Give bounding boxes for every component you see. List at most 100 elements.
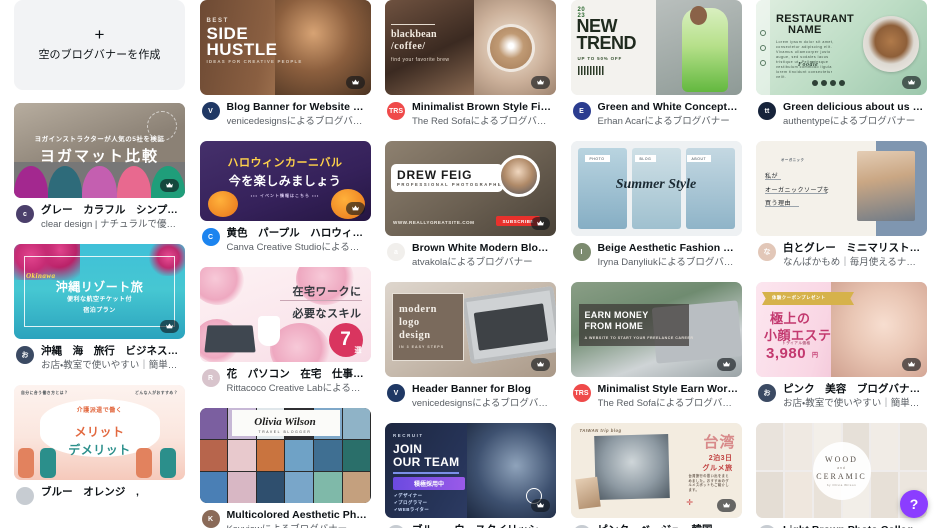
avatar-initials: a [394,248,398,256]
template-card[interactable]: Okinawa 沖縄リゾート旅 便利な航空チケット付 宿泊プランお 沖縄 海 旅行 ビジ… [14,244,185,372]
template-card[interactable]: EARN MONEY FROM HOME A WEBSITE TO START YO… [570,282,742,410]
template-author: The Red Sofaによるブログバナー [597,398,740,409]
template-author: Rittacoco Creative Labによるブログバナー [226,383,369,394]
avatar-initials: お [21,352,29,359]
template-card[interactable]: RECRUIT JOIN OUR TEAM 積極採用中 ✔デザイナー ✔プログラマー ✔WE… [385,423,556,528]
template-thumbnail[interactable]: Olivia Wilson TRAVEL BLOGGER [199,408,371,503]
template-card[interactable]: TAIWAN trip blog 台湾 2泊3日 グルメ旅 台湾旅行の思い出をまとめまし… [570,423,742,528]
template-thumbnail[interactable]: TAIWAN trip blog 台湾 2泊3日 グルメ旅 台湾旅行の思い出をまとめまし… [570,423,742,518]
template-meta-text: ブルー オレンジ , [41,486,183,500]
photo-portrait [498,155,540,197]
recruit-pill: 積極採用中 [393,477,465,490]
template-card[interactable]: blackbean/coffee/find your favorite brew… [385,0,556,128]
create-blank-label: 空のブログバナーを作成 [38,49,161,61]
template-card[interactable]: 体験クーポンプレゼント 極上の 小顔エステ トライアル価格 3,980 円おピンク 美容 … [756,282,927,410]
template-thumbnail[interactable]: RECRUIT JOIN OUR TEAM 積極採用中 ✔デザイナー ✔プログラマー ✔WE… [385,423,556,518]
strip-tag-1: BLOG [634,155,657,162]
badge-line-2: and [837,465,846,470]
template-meta-text: ピンク ベージュ 韓国 ブログバナー [598,524,740,528]
template-card[interactable]: 20 23 NEW TREND UP TO 50% OFF E Green and Whit… [570,0,742,128]
badge-line-1: WOOD [825,454,858,464]
template-thumbnail[interactable]: 20 23 NEW TREND UP TO 50% OFF [570,0,742,95]
template-card[interactable]: Olivia Wilson TRAVEL BLOGGER K Multicolored… [199,408,371,528]
brand-line-1: blackbean [391,29,437,40]
flower-0 [199,267,244,305]
photo-cell-8 [256,440,285,471]
template-thumbnail[interactable]: Okinawa 沖縄リゾート旅 便利な航空チケット付 宿泊プラン [14,244,185,339]
template-meta: E Green and White Conceptual New ... Erhan… [571,95,742,128]
job-item-1: ✔プログラマー [394,500,428,505]
crown-icon [345,76,365,89]
template-author: atvakolaによるブログバナー [412,257,533,268]
crown-icon [902,358,921,371]
template-thumbnail[interactable]: PHOTO BLOG ABOUT Summer Style [570,141,742,236]
template-title: ブルー 白 スタイリッシュ 求人... [412,524,554,528]
template-thumbnail[interactable]: オーガニック 私が オーガニックソープを 買う理由 [756,141,927,236]
taiwan-line-2: グルメ旅 [702,465,733,472]
okinawa-title: 沖縄リゾート旅 [55,280,144,294]
photo-cell-0 [756,423,783,470]
template-card[interactable]: 在宅ワークに必要なスキル7選 R 花 パソコン 在宅 仕事 写真 ... Rittac… [199,267,371,395]
template-column: RESTAURANT NAME Lorem ipsum dolor sit amet… [756,0,927,528]
count-unit: 選 [354,347,362,354]
halloween-subtitle: 今を楽しみましょう [228,174,342,188]
question-mark-icon: ? [909,496,919,512]
template-meta-text: Brown White Modern Blogger You... atvakol… [412,242,554,269]
template-thumbnail[interactable]: EARN MONEY FROM HOME A WEBSITE TO START YO… [570,282,742,377]
template-meta: C 黄色 パープル ハロウィン バナー Canva Creative Studioに… [200,221,371,254]
template-card[interactable]: ヨガインストラクターが人気の5社を検証 ヨガマット比較 c グレー カラフル シンプル… [14,103,185,231]
avatar-initials [16,487,34,505]
create-blank-card[interactable]: + 空のブログバナーを作成 [14,0,185,90]
avatar: R [201,369,220,387]
template-card[interactable]: BEST SIDE HUSTLE IDEAS FOR CREATIVE PEOPLE V… [199,0,371,128]
underline-1 [765,193,827,194]
photo-cell-7 [784,471,812,518]
template-card[interactable]: RESTAURANT NAME Lorem ipsum dolor sit amet… [756,0,927,128]
template-card[interactable]: PHOTO BLOG ABOUT Summer Style I Beige Aesthet… [570,141,742,269]
photo-vase [257,316,280,346]
template-meta: ブルー 白 スタイリッシュ 求人... [385,518,556,528]
photo-cell-12 [199,472,228,503]
template-thumbnail[interactable]: blackbean/coffee/find your favorite brew [385,0,556,95]
template-card[interactable]: オーガニック私がオーガニックソープを買う理由な 白とグレー ミニマリスト ホワイ.… [756,141,927,269]
template-thumbnail[interactable]: ヨガインストラクターが人気の5社を検証 ヨガマット比較 [14,103,185,198]
photo-yoga-mats [14,165,185,198]
thumbnail-artwork: 自分に合う働き方とは？ どんな人がおすすめ？ 介護派遣で働く メリット デメリット [14,385,185,480]
template-card[interactable]: DREW FEIG PROFESSIONAL PHOTOGRAPHER WWW.RE… [385,141,556,269]
template-thumbnail[interactable]: DREW FEIG PROFESSIONAL PHOTOGRAPHER WWW.RE… [385,141,556,236]
template-author: なんぱかもめ｜毎月使えるナチュラルでキ... [783,257,925,268]
care-eyebrow: 介護派遣で働く [76,408,123,414]
template-card[interactable]: WOODandCERAMICby Olivia Wilson Light Brow… [756,423,927,528]
template-thumbnail[interactable]: 在宅ワークに 必要なスキル 7 選 [199,267,371,362]
template-title: 沖縄 海 旅行 ビジネス ブログ... [41,345,183,357]
plus-mark: ✛ [686,498,694,507]
template-thumbnail[interactable]: modern logo design IN 3 EASY STEPS [385,282,556,377]
photo-cell-13 [228,472,256,503]
template-meta: tt Green delicious about us restaura... au… [756,95,927,128]
crown-icon [160,179,179,192]
template-title: Header Banner for Blog [412,383,531,395]
yoga-mat-2 [82,165,117,198]
template-thumbnail[interactable]: RESTAURANT NAME Lorem ipsum dolor sit amet… [756,0,927,95]
help-button[interactable]: ? [900,490,928,518]
template-meta: V Blog Banner for Website Content venicede… [200,95,371,128]
template-meta-text: Multicolored Aesthetic Photo Coll... Ksuv… [227,509,369,528]
template-meta-text: 花 パソコン 在宅 仕事 写真 ... Rittacoco Creative La… [227,368,369,395]
template-thumbnail[interactable]: ハロウィンカーニバル 今を楽しみましょう ・・・ イベント情報はこちら ・・・ [199,141,371,221]
taiwan-line-1: 2泊3日 [708,455,733,462]
photo-cell-10 [314,440,342,471]
template-card[interactable]: modern logo design IN 3 EASY STEPS V Header B… [385,282,556,410]
brand-tagline: find your favorite brew [391,57,450,63]
template-thumbnail[interactable]: BEST SIDE HUSTLE IDEAS FOR CREATIVE PEOPLE [199,0,371,95]
template-thumbnail[interactable]: 体験クーポンプレゼント 極上の 小顔エステ トライアル価格 3,980 円 [756,282,927,377]
divider-rule [279,300,362,301]
brand-line-2: /coffee/ [391,41,426,52]
template-thumbnail[interactable]: 自分に合う働き方とは？ どんな人がおすすめ？ 介護派遣で働く メリット デメリット [14,385,185,480]
template-column: blackbean/coffee/find your favorite brew… [385,0,556,528]
template-card[interactable]: ハロウィンカーニバル 今を楽しみましょう ・・・ イベント情報はこちら ・・・ C 黄色… [199,141,371,254]
avatar: tt [758,102,776,120]
create-blank-tile[interactable]: + 空のブログバナーを作成 [14,0,185,90]
template-card[interactable]: 自分に合う働き方とは？ どんな人がおすすめ？ 介護派遣で働く メリット デメリットブルー… [14,385,185,505]
template-title: Beige Aesthetic Fashion Blog Ban... [597,242,740,254]
avatar-initials: な [763,249,771,256]
